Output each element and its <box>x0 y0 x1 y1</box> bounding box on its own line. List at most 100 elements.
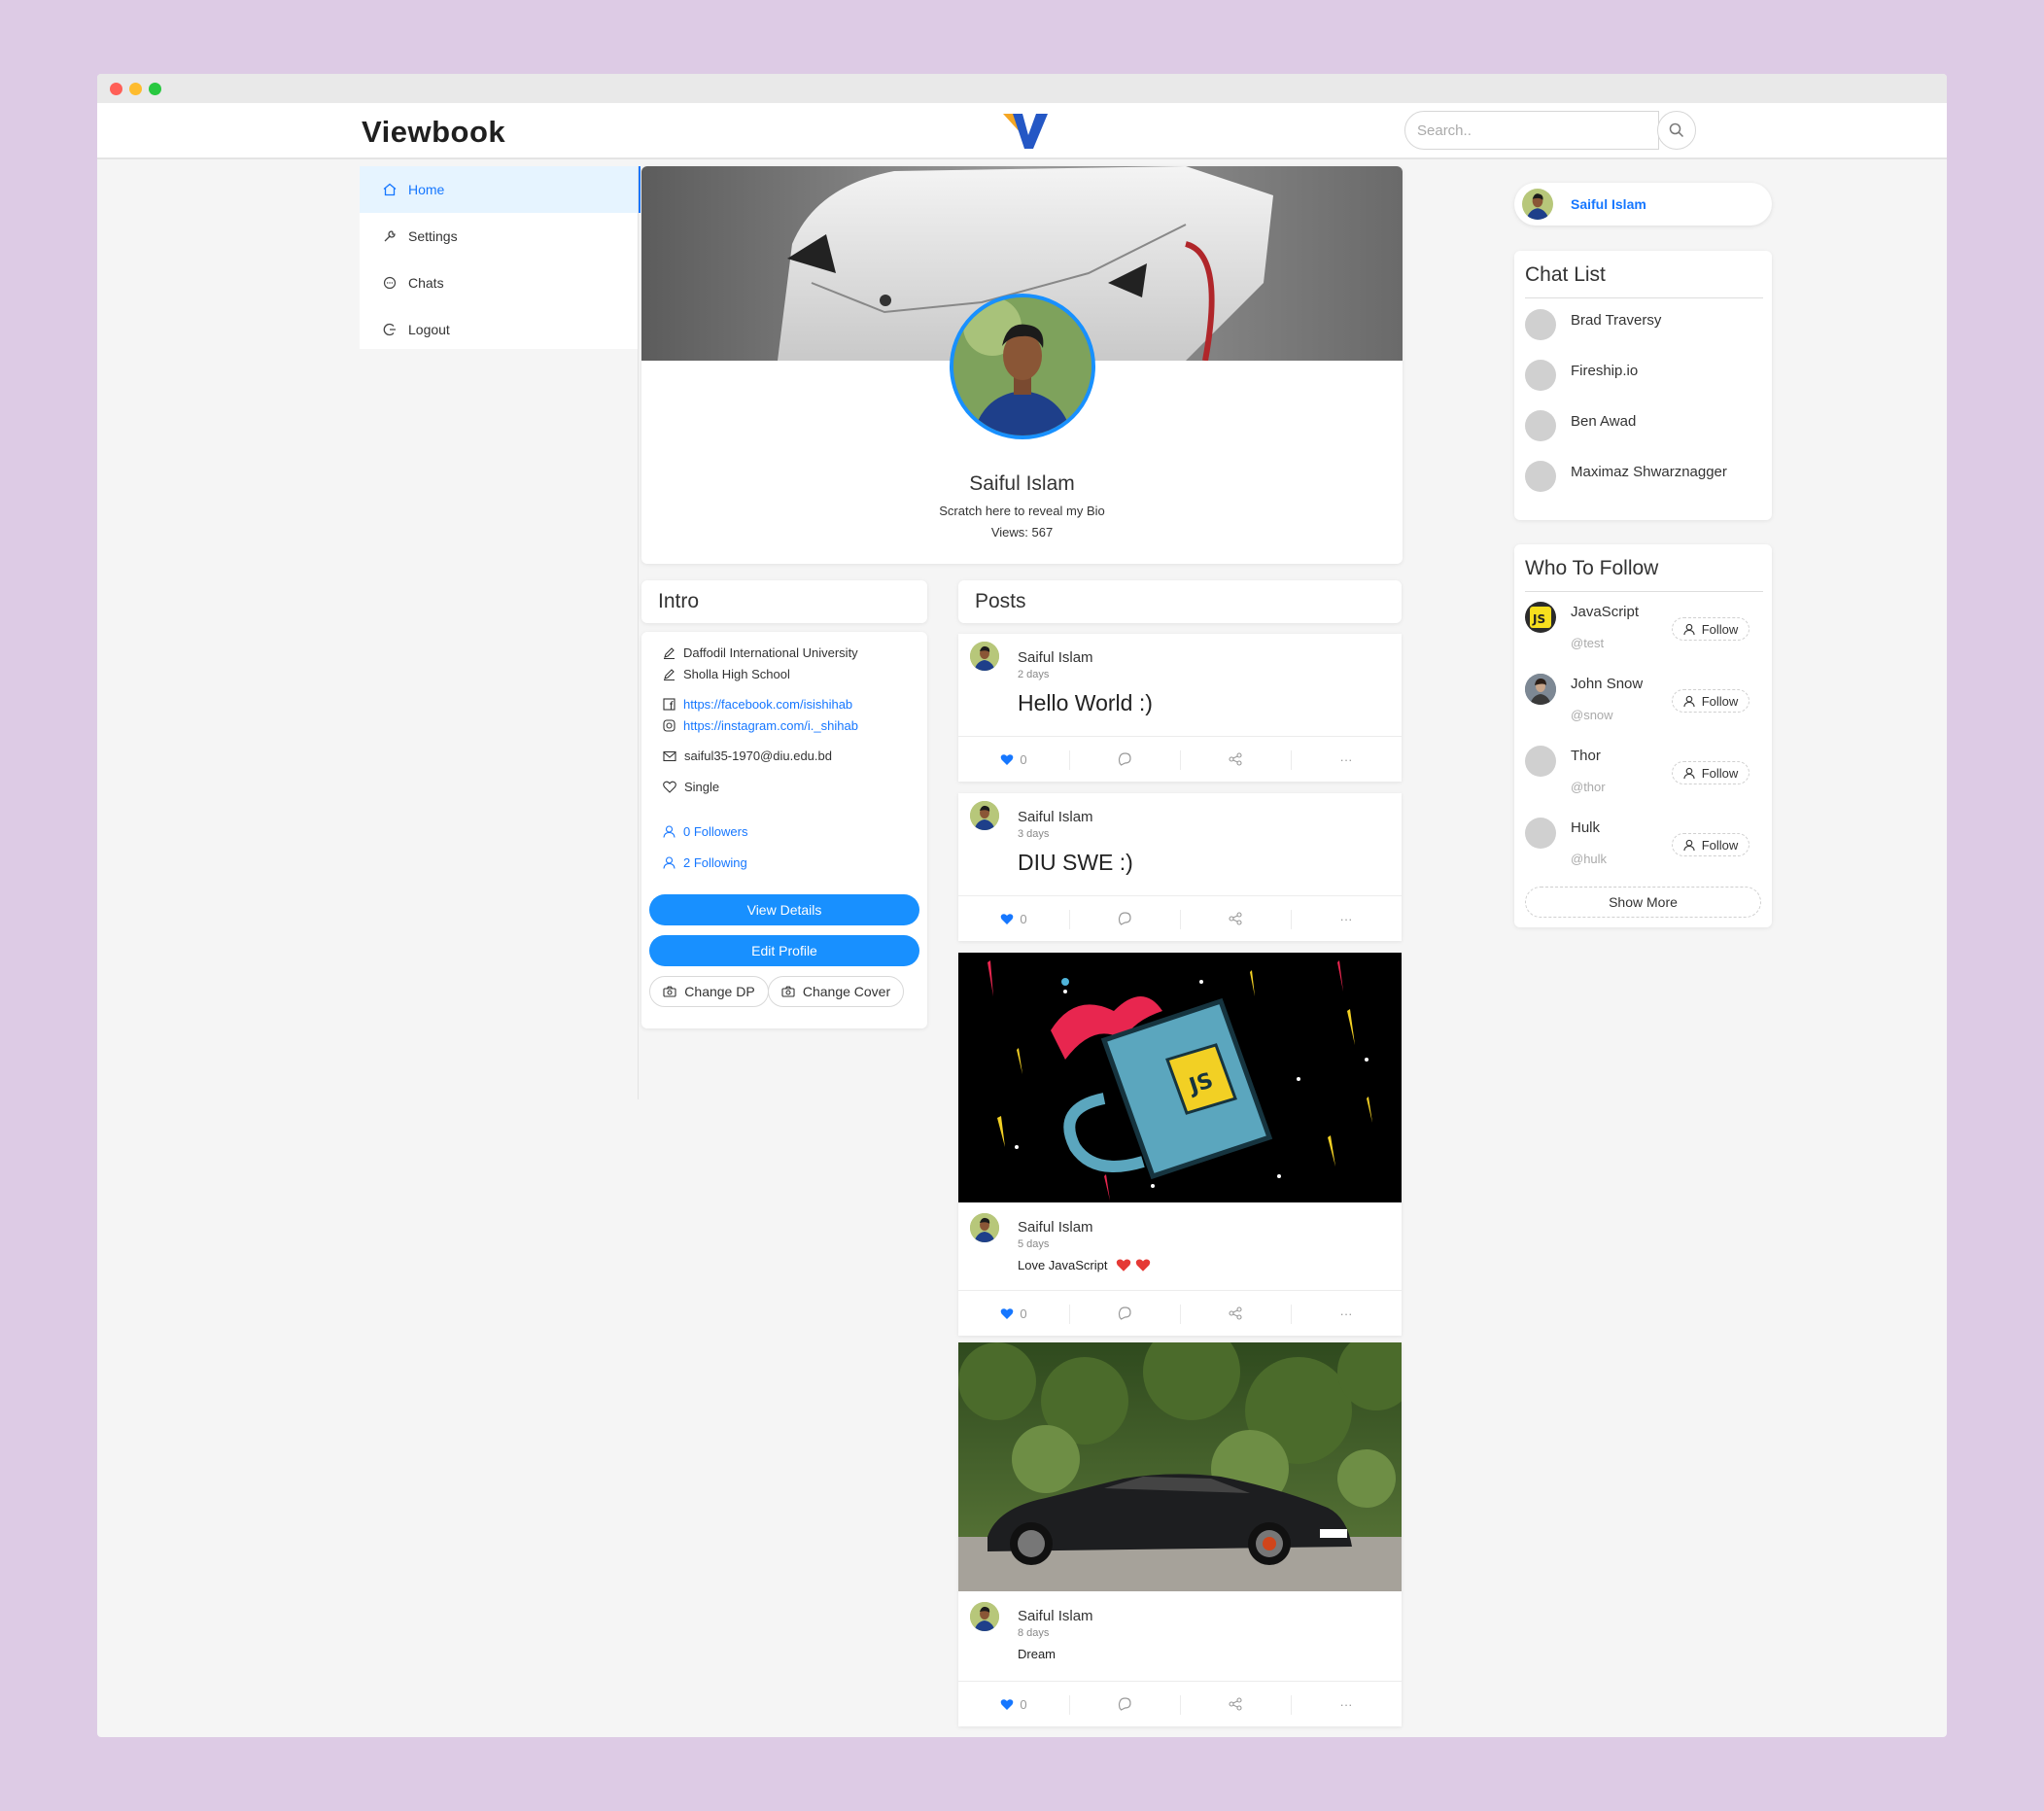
change-cover-button[interactable]: Change Cover <box>768 976 904 1007</box>
more-options-button[interactable]: ··· <box>1291 896 1402 941</box>
change-dp-button[interactable]: Change DP <box>649 976 769 1007</box>
avatar[interactable] <box>1525 360 1556 391</box>
chat-list-item[interactable]: Ben Awad <box>1571 413 1636 430</box>
avatar[interactable] <box>1525 674 1556 705</box>
sidebar-item-label: Logout <box>408 322 450 337</box>
follow-button[interactable]: Follow <box>1672 761 1750 784</box>
viewbook-logo[interactable] <box>1001 106 1050 155</box>
profile-photo <box>953 297 1091 435</box>
post-time: 5 days <box>1018 1238 1050 1250</box>
facebook-link[interactable]: https://facebook.com/isishihab <box>683 697 852 712</box>
post-card: Saiful Islam 2 days Hello World :) 0 ··· <box>958 634 1402 782</box>
profile-avatar[interactable] <box>950 294 1095 439</box>
instagram-link[interactable]: https://instagram.com/i._shihab <box>683 718 858 733</box>
camera-icon <box>663 986 676 997</box>
intro-header-card: Intro <box>641 580 927 623</box>
sidebar-item-logout[interactable]: Logout <box>360 306 638 353</box>
change-dp-label: Change DP <box>684 984 755 999</box>
intro-facebook: https://facebook.com/isishihab <box>663 697 852 712</box>
post-author[interactable]: Saiful Islam <box>1018 809 1093 825</box>
avatar[interactable] <box>1525 461 1556 492</box>
like-button[interactable]: 0 <box>958 737 1069 782</box>
sidebar-item-chats[interactable]: Chats <box>360 260 638 306</box>
who-to-follow-title: Who To Follow <box>1525 557 1659 579</box>
sidebar-item-home[interactable]: Home <box>360 166 641 213</box>
intro-title: Intro <box>658 590 700 612</box>
like-button[interactable]: 0 <box>958 1682 1069 1726</box>
ellipsis-icon: ··· <box>1339 751 1353 767</box>
post-author[interactable]: Saiful Islam <box>1018 1608 1093 1624</box>
like-count: 0 <box>1020 1696 1027 1712</box>
edit-profile-button[interactable]: Edit Profile <box>649 935 919 966</box>
follow-button[interactable]: Follow <box>1672 833 1750 856</box>
share-button[interactable] <box>1180 896 1291 941</box>
post-author[interactable]: Saiful Islam <box>1018 649 1093 666</box>
share-icon <box>1229 1306 1242 1320</box>
svg-text:JS: JS <box>1532 612 1545 626</box>
maximize-window-dot[interactable] <box>149 83 161 95</box>
avatar[interactable] <box>1525 309 1556 340</box>
avatar[interactable] <box>970 1602 999 1631</box>
comment-button[interactable] <box>1069 896 1180 941</box>
chat-list-item[interactable]: Maximaz Shwarznagger <box>1571 464 1727 480</box>
relationship-text: Single <box>684 780 720 794</box>
comment-button[interactable] <box>1069 1291 1180 1336</box>
follow-button[interactable]: Follow <box>1672 689 1750 713</box>
heart-icon <box>1001 753 1014 765</box>
avatar[interactable] <box>1525 410 1556 441</box>
post-image-black-car[interactable] <box>958 1342 1402 1591</box>
follow-label: Follow <box>1701 693 1739 709</box>
post-image-js-mug[interactable]: JS <box>958 953 1402 1202</box>
facebook-icon <box>663 698 676 711</box>
suggestion-name[interactable]: Thor <box>1571 748 1601 764</box>
suggestion-name[interactable]: John Snow <box>1571 676 1643 692</box>
show-more-button[interactable]: Show More <box>1525 887 1761 918</box>
post-time: 8 days <box>1018 1627 1050 1639</box>
suggestion-name[interactable]: Hulk <box>1571 819 1600 836</box>
search-input[interactable] <box>1404 111 1659 150</box>
avatar[interactable] <box>970 642 999 671</box>
more-options-button[interactable]: ··· <box>1291 1682 1402 1726</box>
following-link[interactable]: 2 Following <box>663 855 747 870</box>
avatar[interactable] <box>1525 746 1556 777</box>
close-window-dot[interactable] <box>110 83 122 95</box>
profile-views: Views: 567 <box>990 525 1054 540</box>
profile-name: Saiful Islam <box>969 472 1075 495</box>
avatar[interactable] <box>1525 818 1556 849</box>
comment-button[interactable] <box>1069 737 1180 782</box>
like-button[interactable]: 0 <box>958 1291 1069 1336</box>
view-details-button[interactable]: View Details <box>649 894 919 925</box>
comment-button[interactable] <box>1069 1682 1180 1726</box>
like-button[interactable]: 0 <box>958 896 1069 941</box>
share-button[interactable] <box>1180 737 1291 782</box>
comment-icon <box>1118 912 1131 925</box>
chat-list-item[interactable]: Fireship.io <box>1571 363 1638 379</box>
following-count[interactable]: 2 Following <box>683 855 747 870</box>
share-button[interactable] <box>1180 1291 1291 1336</box>
more-options-button[interactable]: ··· <box>1291 737 1402 782</box>
avatar[interactable] <box>970 801 999 830</box>
followers-link[interactable]: 0 Followers <box>663 824 747 839</box>
sidebar-item-settings[interactable]: Settings <box>360 213 638 260</box>
more-options-button[interactable]: ··· <box>1291 1291 1402 1336</box>
search-button[interactable] <box>1657 111 1696 150</box>
followers-count[interactable]: 0 Followers <box>683 824 747 839</box>
minimize-window-dot[interactable] <box>129 83 142 95</box>
divider <box>1525 297 1763 298</box>
follow-button[interactable]: Follow <box>1672 617 1750 641</box>
suggestion-name[interactable]: JavaScript <box>1571 604 1639 620</box>
avatar[interactable] <box>970 1213 999 1242</box>
avatar[interactable]: JS <box>1525 602 1556 633</box>
post-card: Saiful Islam 8 days Dream 0 ··· <box>958 1342 1402 1726</box>
browser-window: Viewbook Home Settings Chats Logout <box>97 74 1947 1737</box>
profile-bio[interactable]: Scratch here to reveal my Bio <box>641 504 1403 518</box>
avatar <box>1522 189 1553 220</box>
brand-title[interactable]: Viewbook <box>362 115 505 150</box>
ellipsis-icon: ··· <box>1339 911 1353 926</box>
chat-list-item[interactable]: Brad Traversy <box>1571 312 1661 329</box>
current-user-pill[interactable]: Saiful Islam <box>1514 183 1772 226</box>
education-text: Sholla High School <box>683 667 790 681</box>
red-heart-icon <box>1135 1259 1150 1271</box>
share-button[interactable] <box>1180 1682 1291 1726</box>
post-author[interactable]: Saiful Islam <box>1018 1219 1093 1236</box>
